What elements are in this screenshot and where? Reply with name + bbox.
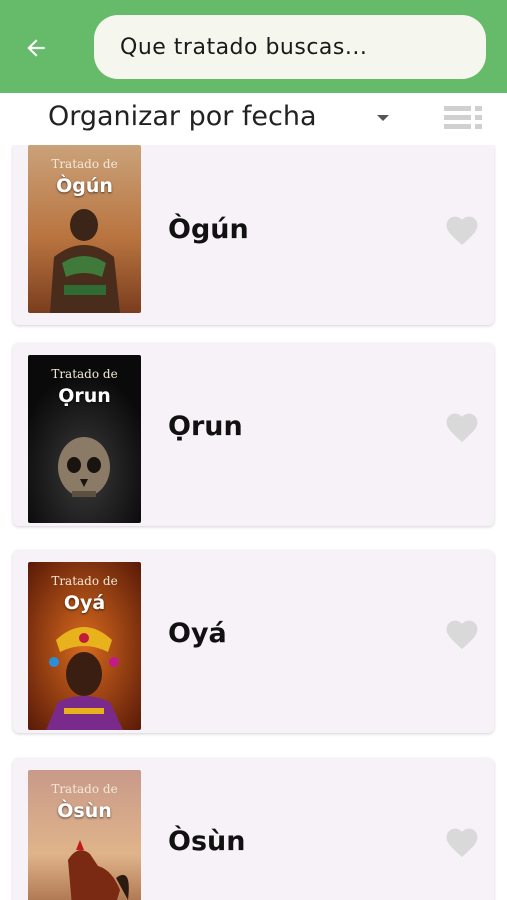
search-placeholder: Que tratado buscas... xyxy=(120,34,368,60)
heart-icon[interactable] xyxy=(443,409,481,443)
item-title: Oyá xyxy=(168,618,227,649)
list-item[interactable]: Tratado de Oyá Oyá xyxy=(13,550,494,733)
list-item[interactable]: Tratado de Òsùn Òsùn xyxy=(13,758,494,900)
cover-subtitle: Tratado de xyxy=(51,157,118,171)
cover-subtitle: Tratado de xyxy=(51,574,118,588)
back-button[interactable] xyxy=(18,30,54,66)
item-title: Òsùn xyxy=(168,826,246,857)
arrow-left-icon xyxy=(27,39,45,57)
cover-subtitle: Tratado de xyxy=(51,367,118,381)
search-input[interactable]: Que tratado buscas... xyxy=(94,15,486,79)
book-cover: Tratado de Ọrun xyxy=(28,355,141,523)
list-item[interactable]: Tratado de Ògún Ògún xyxy=(13,145,494,325)
sort-dropdown[interactable]: Organizar por fecha xyxy=(48,101,317,132)
cover-title: Oyá xyxy=(63,592,106,614)
heart-icon[interactable] xyxy=(443,212,481,246)
heart-icon[interactable] xyxy=(443,824,481,858)
list-view-icon[interactable] xyxy=(444,106,482,130)
book-cover: Tratado de Oyá xyxy=(28,562,141,730)
app-bar: Que tratado buscas... xyxy=(0,0,507,93)
cover-title: Ògún xyxy=(56,175,113,197)
chevron-down-icon[interactable] xyxy=(377,115,389,121)
heart-icon[interactable] xyxy=(443,616,481,650)
item-title: Ọrun xyxy=(168,411,243,442)
sort-bar: Organizar por fecha xyxy=(0,93,507,145)
cover-title: Òsùn xyxy=(57,800,112,822)
book-cover: Tratado de Ògún xyxy=(28,145,141,313)
cover-title: Ọrun xyxy=(58,385,111,407)
item-title: Ògún xyxy=(168,214,249,245)
cover-subtitle: Tratado de xyxy=(51,782,118,796)
book-list: Tratado de Ògún Ògún Tratado de Ọrun Ọru… xyxy=(0,145,507,900)
list-item[interactable]: Tratado de Ọrun Ọrun xyxy=(13,343,494,526)
book-cover: Tratado de Òsùn xyxy=(28,770,141,900)
